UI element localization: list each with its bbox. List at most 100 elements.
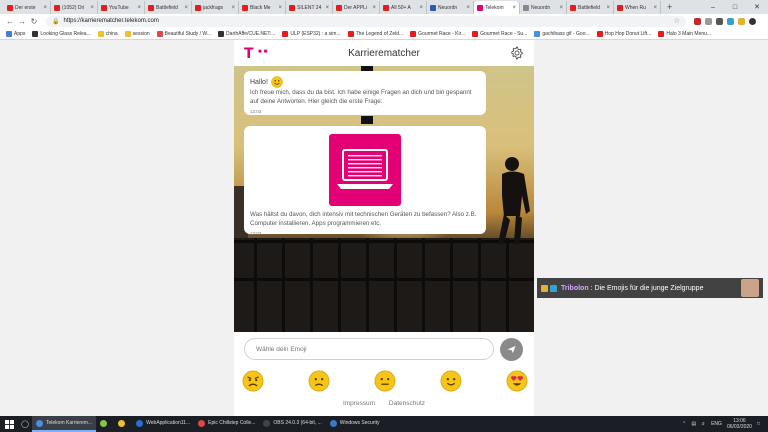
bookmark-item[interactable]: gachibass gif - Goo... xyxy=(534,30,590,37)
browser-tab[interactable]: Black Me × xyxy=(239,1,286,14)
reload-icon[interactable]: ↻ xyxy=(28,17,40,26)
imprint-link[interactable]: Impressum xyxy=(343,400,375,407)
bookmark-star-icon[interactable]: ☆ xyxy=(674,17,680,25)
taskbar-app-label: WebApplication11... xyxy=(146,420,191,426)
angry-face-icon[interactable] xyxy=(242,370,264,392)
taskbar-app[interactable]: Epic Chillstep Colle... xyxy=(194,416,259,432)
language-indicator[interactable]: ENG xyxy=(711,421,722,427)
bookmark-item[interactable]: Gourmet Race - Su... xyxy=(472,30,527,37)
network-icon[interactable]: ▤ xyxy=(691,421,696,427)
tab-favicon-icon xyxy=(289,4,295,11)
background-pole xyxy=(361,116,373,124)
bookmark-item[interactable]: china xyxy=(97,30,118,37)
emoji-input-wrapper[interactable] xyxy=(244,338,494,360)
volume-icon[interactable]: ♬ xyxy=(701,421,706,427)
extension-icon[interactable] xyxy=(705,17,712,25)
clock[interactable]: 13:06 06/03/2020 xyxy=(727,418,752,430)
chevron-up-icon[interactable]: ⌃ xyxy=(682,421,686,427)
back-icon[interactable]: ← xyxy=(4,17,16,26)
badge-icon xyxy=(550,284,557,292)
bookmark-icon xyxy=(658,30,665,37)
windows-start-icon[interactable] xyxy=(0,416,18,432)
browser-tab[interactable]: YouTube × xyxy=(98,1,145,14)
tab-close-icon[interactable]: × xyxy=(653,5,657,11)
taskbar-app[interactable] xyxy=(96,416,114,432)
taskbar-app-icon xyxy=(198,419,206,427)
bookmark-item[interactable]: session xyxy=(124,30,150,37)
extension-icon[interactable] xyxy=(716,17,723,25)
tab-favicon-icon xyxy=(195,4,201,11)
bookmark-item[interactable]: Beautiful Study / W... xyxy=(156,30,211,37)
tab-close-icon[interactable]: × xyxy=(43,5,47,11)
tab-close-icon[interactable]: × xyxy=(231,5,235,11)
slightly-smiling-face-icon[interactable] xyxy=(440,370,462,392)
send-button[interactable] xyxy=(500,338,523,361)
bookmark-item[interactable]: DarthAffe/CUE.NET:... xyxy=(218,30,276,37)
tab-close-icon[interactable]: × xyxy=(184,5,188,11)
bookmark-item[interactable]: Hop Hop Donut Lift... xyxy=(596,30,651,37)
browser-tab[interactable]: SILENT 24 × xyxy=(286,1,333,14)
new-tab-button[interactable]: + xyxy=(661,1,678,14)
tab-close-icon[interactable]: × xyxy=(372,5,376,11)
tab-close-icon[interactable]: × xyxy=(419,5,423,11)
bookmark-item[interactable]: Apps xyxy=(6,30,25,37)
browser-tab[interactable]: All 50+ A × xyxy=(380,1,427,14)
tab-close-icon[interactable]: × xyxy=(278,5,282,11)
tab-close-icon[interactable]: × xyxy=(137,5,141,11)
tab-close-icon[interactable]: × xyxy=(90,5,94,11)
maximize-icon[interactable]: □ xyxy=(724,0,746,14)
tab-title: (1052) Dri xyxy=(62,4,85,11)
taskbar-app[interactable]: OBS 24.0.3 (64-bit, ... xyxy=(259,416,325,432)
browser-tab[interactable]: Neuordn × xyxy=(427,1,474,14)
browser-tab[interactable]: Battlefield × xyxy=(567,1,614,14)
browser-tab[interactable]: Battlefield × xyxy=(145,1,192,14)
bookmark-item[interactable]: The Legend of Zeld... xyxy=(347,30,403,37)
bookmark-item[interactable]: ULP (ESP32) : a sim... xyxy=(282,30,341,37)
laptop-icon xyxy=(337,149,393,189)
tab-favicon-icon xyxy=(336,4,342,11)
menu-icon[interactable] xyxy=(749,17,756,25)
bookmark-item[interactable]: Gourmet Race - Kir... xyxy=(410,30,465,37)
taskbar-app[interactable]: Telekom Karrierem... xyxy=(32,416,97,432)
notification-icon[interactable]: □ xyxy=(757,421,760,427)
bookmark-icon xyxy=(32,30,39,37)
gear-icon[interactable] xyxy=(510,46,524,60)
search-icon[interactable]: ◯ xyxy=(18,416,32,432)
heart-eyes-face-icon[interactable] xyxy=(506,370,528,392)
extension-icon[interactable] xyxy=(694,17,701,25)
tab-close-icon[interactable]: × xyxy=(512,5,516,11)
forward-icon[interactable]: → xyxy=(16,17,28,26)
address-bar: ← → ↻ 🔒 https://karrierematcher.telekom.… xyxy=(0,14,768,28)
extension-icon[interactable] xyxy=(727,17,734,25)
minimize-icon[interactable]: – xyxy=(702,0,724,14)
bookmark-label: DarthAffe/CUE.NET:... xyxy=(226,30,276,37)
browser-tab[interactable]: Telekom × xyxy=(474,1,520,14)
taskbar-app[interactable] xyxy=(114,416,132,432)
tab-close-icon[interactable]: × xyxy=(606,5,610,11)
tab-close-icon[interactable]: × xyxy=(559,5,563,11)
url-field[interactable]: 🔒 https://karrierematcher.telekom.com ☆ xyxy=(46,15,686,27)
browser-tab[interactable]: (1052) Dri × xyxy=(51,1,98,14)
bookmark-item[interactable]: Looking Glass Relea... xyxy=(32,30,91,37)
neutral-face-icon[interactable] xyxy=(374,370,396,392)
overlay-username: Tribolon xyxy=(561,284,589,292)
browser-tab[interactable]: jackfrags × xyxy=(192,1,239,14)
emoji-input[interactable] xyxy=(256,345,482,353)
bookmark-label: ULP (ESP32) : a sim... xyxy=(290,30,341,37)
taskbar-app[interactable]: Windows Security xyxy=(326,416,384,432)
privacy-link[interactable]: Datenschutz xyxy=(389,400,425,407)
browser-tab[interactable]: When Ru × xyxy=(614,1,661,14)
overlay-colon: : xyxy=(590,284,593,292)
taskbar-app[interactable]: WebApplication11... xyxy=(132,416,194,432)
browser-tab[interactable]: Der APPLi × xyxy=(333,1,380,14)
tab-close-icon[interactable]: × xyxy=(325,5,329,11)
extension-icon[interactable] xyxy=(738,17,745,25)
tab-close-icon[interactable]: × xyxy=(466,5,470,11)
frowning-face-icon[interactable] xyxy=(308,370,330,392)
chat-area[interactable]: Hallo! Ich freue mich, dass du da bist. … xyxy=(234,66,534,332)
telekom-logo[interactable]: T xyxy=(244,46,254,62)
close-window-icon[interactable]: ✕ xyxy=(746,0,768,14)
browser-tab[interactable]: Neuordn × xyxy=(520,1,567,14)
browser-tab[interactable]: Der erste × xyxy=(4,1,51,14)
bookmark-item[interactable]: Halo 3 Main Menu... xyxy=(658,30,711,37)
